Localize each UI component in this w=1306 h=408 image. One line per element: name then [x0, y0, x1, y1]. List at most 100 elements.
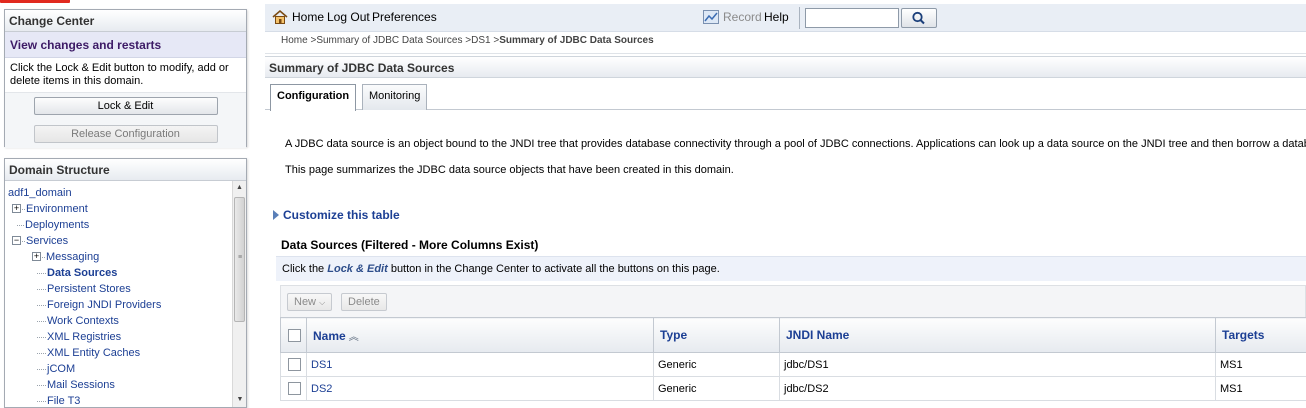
- name-cell: DS1: [307, 353, 654, 377]
- tree-item-label[interactable]: Messaging: [46, 251, 99, 263]
- tree-item-label[interactable]: XML Entity Caches: [47, 347, 140, 359]
- logout-link[interactable]: Log Out: [327, 10, 370, 24]
- new-button: New ⌵: [287, 293, 332, 311]
- column-header-jndi[interactable]: JNDI Name: [780, 318, 1216, 353]
- tab-configuration[interactable]: Configuration: [270, 84, 356, 111]
- column-header-type[interactable]: Type: [654, 318, 780, 353]
- table-row: DS2 Generic jdbc/DS2 MS1: [281, 377, 1306, 401]
- tab-bar: Configuration Monitoring: [265, 80, 1306, 110]
- search-input[interactable]: [805, 8, 899, 28]
- name-cell: DS2: [307, 377, 654, 401]
- tree-item-mail-sessions[interactable]: Mail Sessions: [8, 377, 229, 393]
- row-checkbox[interactable]: [288, 382, 301, 395]
- breadcrumb-ds1[interactable]: DS1: [471, 35, 490, 46]
- change-center-panel: Change Center View changes and restarts …: [4, 9, 247, 147]
- lock-edit-button[interactable]: Lock & Edit: [34, 97, 218, 115]
- tree-item-label[interactable]: Services: [26, 235, 68, 247]
- sort-ascending-icon[interactable]: ︽: [349, 328, 359, 343]
- row-select-cell: [281, 377, 307, 401]
- page-description: A JDBC data source is an object bound to…: [285, 138, 1306, 150]
- tree-item-jcom[interactable]: jCOM: [8, 361, 229, 377]
- tree-item-xml-registries[interactable]: XML Registries: [8, 329, 229, 345]
- column-header-targets[interactable]: Targets: [1216, 318, 1306, 353]
- delete-button: Delete: [341, 293, 387, 311]
- tree-item-domain[interactable]: adf1_domain: [8, 185, 229, 201]
- notice-lock-edit: Lock & Edit: [327, 263, 388, 275]
- home-link[interactable]: Home: [292, 10, 324, 24]
- tree-item-foreign-jndi[interactable]: Foreign JNDI Providers: [8, 297, 229, 313]
- tree-item-deployments[interactable]: Deployments: [8, 217, 229, 233]
- tree-item-xml-entity-caches[interactable]: XML Entity Caches: [8, 345, 229, 361]
- tree-item-label[interactable]: XML Registries: [47, 331, 121, 343]
- row-select-cell: [281, 353, 307, 377]
- tree-item-environment[interactable]: + Environment: [8, 201, 229, 217]
- help-link[interactable]: Help: [764, 10, 789, 24]
- customize-label[interactable]: Customize this table: [283, 208, 400, 222]
- tree-item-label[interactable]: Work Contexts: [47, 315, 119, 327]
- change-center-description: Click the Lock & Edit button to modify, …: [5, 58, 246, 92]
- tree-item-work-contexts[interactable]: Work Contexts: [8, 313, 229, 329]
- customize-table-link[interactable]: Customize this table: [273, 208, 400, 222]
- page-title: Summary of JDBC Data Sources: [265, 56, 1306, 78]
- notice-text-post: button in the Change Center to activate …: [388, 263, 720, 275]
- jndi-cell: jdbc/DS2: [780, 377, 1216, 401]
- tree-item-services[interactable]: −Services: [8, 233, 229, 249]
- column-name-label[interactable]: Name: [313, 329, 346, 343]
- toolbar-separator: [799, 7, 800, 29]
- table-row: DS1 Generic jdbc/DS1 MS1: [281, 353, 1306, 377]
- tree-item-label[interactable]: File T3: [47, 395, 80, 407]
- scroll-up-icon[interactable]: ▲: [233, 181, 246, 195]
- tree-item-persistent-stores[interactable]: Persistent Stores: [8, 281, 229, 297]
- scroll-down-icon[interactable]: ▼: [233, 393, 246, 407]
- new-button-label: New: [294, 296, 316, 308]
- tree-item-label[interactable]: Foreign JNDI Providers: [47, 299, 161, 311]
- brand-logo: [0, 0, 80, 5]
- global-toolbar: Home Log Out Preferences Record Help: [265, 4, 1306, 32]
- row-checkbox[interactable]: [288, 358, 301, 371]
- tree-scrollbar[interactable]: ▲ ≡ ▼: [232, 181, 246, 407]
- view-changes-link[interactable]: View changes and restarts: [5, 32, 246, 58]
- collapse-icon[interactable]: −: [12, 236, 21, 245]
- tree-item-data-sources[interactable]: Data Sources: [8, 265, 229, 281]
- domain-structure-title: Domain Structure: [5, 159, 246, 181]
- tree-item-messaging[interactable]: + Messaging: [8, 249, 229, 265]
- tab-monitoring[interactable]: Monitoring: [362, 84, 427, 110]
- data-source-link[interactable]: DS2: [311, 383, 332, 395]
- tree-item-label[interactable]: Deployments: [25, 219, 89, 231]
- targets-cell: MS1: [1216, 353, 1306, 377]
- tree-item-label[interactable]: Persistent Stores: [47, 283, 131, 295]
- domain-tree: adf1_domain + Environment Deployments −Se…: [5, 181, 246, 407]
- data-sources-title: Data Sources (Filtered - More Columns Ex…: [281, 238, 538, 252]
- select-all-checkbox[interactable]: [288, 329, 301, 342]
- breadcrumb-home[interactable]: Home: [281, 35, 308, 46]
- tree-item-label[interactable]: jCOM: [47, 363, 75, 375]
- breadcrumb-summary[interactable]: Summary of JDBC Data Sources: [316, 35, 462, 46]
- tree-item-label[interactable]: Environment: [26, 203, 88, 215]
- search-button[interactable]: [901, 8, 937, 28]
- record-link: Record: [723, 10, 762, 24]
- data-source-link[interactable]: DS1: [311, 359, 332, 371]
- column-header-name[interactable]: Name︽: [307, 318, 654, 353]
- expand-icon[interactable]: +: [12, 204, 21, 213]
- tree-item-label[interactable]: adf1_domain: [8, 187, 72, 199]
- divider: [265, 53, 1306, 54]
- targets-cell: MS1: [1216, 377, 1306, 401]
- preferences-link[interactable]: Preferences: [372, 10, 437, 24]
- notice-text-pre: Click the: [282, 263, 327, 275]
- breadcrumb: Home >Summary of JDBC Data Sources >DS1 …: [281, 35, 654, 46]
- jndi-cell: jdbc/DS1: [780, 353, 1216, 377]
- lock-edit-notice: Click the Lock & Edit button in the Chan…: [276, 256, 1306, 281]
- domain-structure-panel: Domain Structure adf1_domain + Environmen…: [4, 158, 247, 408]
- change-center-title: Change Center: [5, 10, 246, 32]
- select-all-cell: [281, 318, 307, 353]
- table-toolbar: New ⌵ Delete: [280, 285, 1306, 317]
- home-icon[interactable]: [272, 9, 288, 25]
- tree-item-label[interactable]: Data Sources: [47, 267, 117, 279]
- type-cell: Generic: [654, 377, 780, 401]
- tree-item-file-t3[interactable]: File T3: [8, 393, 229, 407]
- expand-icon[interactable]: +: [32, 252, 41, 261]
- tree-item-label[interactable]: Mail Sessions: [47, 379, 115, 391]
- scrollbar-thumb[interactable]: ≡: [234, 197, 245, 322]
- chevron-down-icon: ⌵: [319, 298, 325, 307]
- type-cell: Generic: [654, 353, 780, 377]
